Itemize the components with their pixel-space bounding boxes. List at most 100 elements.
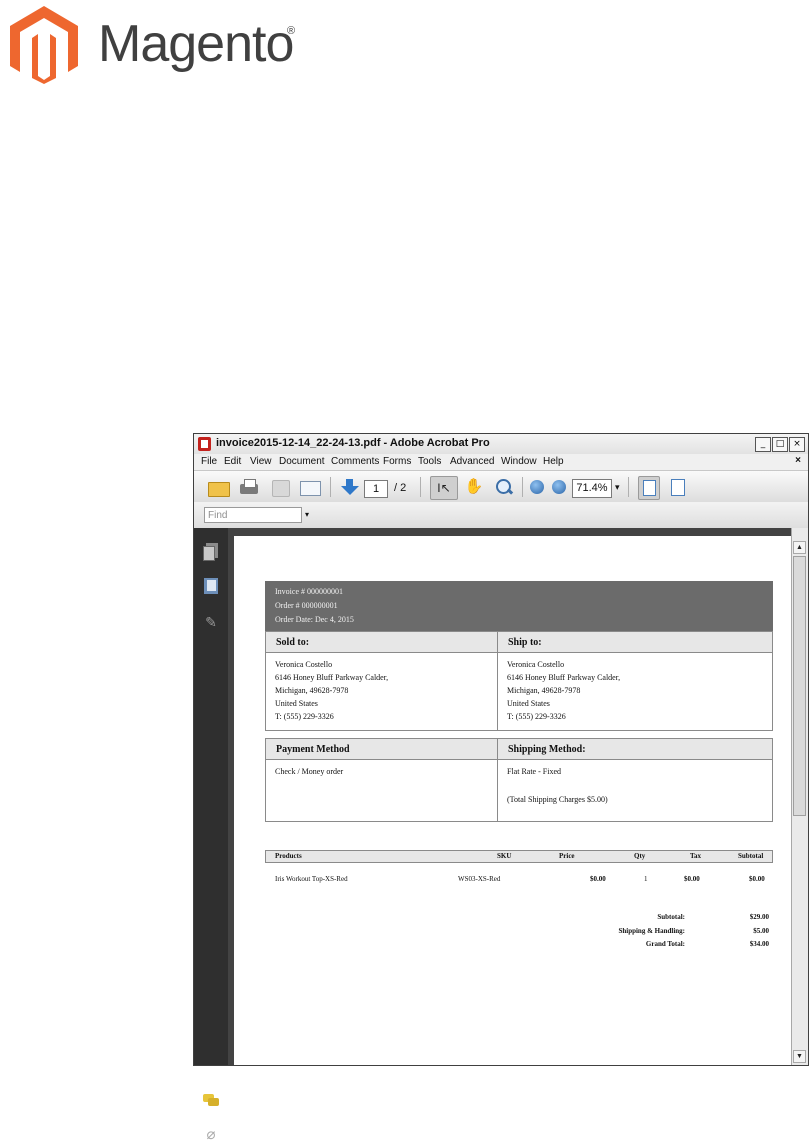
product-name: Iris Workout Top-XS-Red (275, 875, 348, 883)
page-count: / 2 (394, 482, 407, 494)
find-dropdown-icon[interactable]: ▾ (305, 510, 309, 519)
comments-icon[interactable] (203, 1092, 219, 1110)
shipping-handling-value: $5.00 (753, 927, 769, 935)
address-section-header: Sold to: Ship to: (265, 631, 773, 653)
shipping-handling-label: Shipping & Handling: (618, 927, 685, 935)
print-icon[interactable] (238, 478, 260, 496)
column-divider (497, 631, 498, 731)
acrobat-app-icon (198, 437, 211, 451)
registered-mark: ® (287, 25, 296, 37)
grand-total-label: Grand Total: (645, 940, 685, 948)
sold-to-address: Veronica Costello 6146 Honey Bluff Parkw… (275, 658, 388, 723)
col-products: Products (275, 852, 302, 860)
sold-to-line: T: (555) 229-3326 (275, 712, 334, 721)
title-bar[interactable]: invoice2015-12-14_22-24-13.pdf - Adobe A… (194, 434, 808, 455)
ship-to-line: United States (507, 699, 550, 708)
scrollbar-thumb[interactable] (793, 556, 806, 816)
invoice-number: Invoice # 000000001 (275, 587, 343, 596)
zoom-in-icon[interactable] (552, 480, 566, 494)
products-table-header: Products SKU Price Qty Tax Subtotal (265, 850, 773, 863)
method-section-header: Payment Method Shipping Method: (265, 738, 773, 760)
marquee-zoom-icon[interactable] (494, 478, 514, 496)
close-document-icon[interactable]: × (795, 455, 801, 466)
ship-to-line: T: (555) 229-3326 (507, 712, 566, 721)
order-number: Order # 000000001 (275, 601, 338, 610)
ship-to-line: 6146 Honey Bluff Parkway Calder, (507, 673, 621, 682)
sold-to-heading: Sold to: (276, 637, 310, 648)
menu-view[interactable]: View (250, 456, 272, 467)
toolbar-divider (330, 477, 331, 497)
payment-method-value: Check / Money order (275, 767, 344, 776)
toolbar-divider (628, 477, 629, 497)
menu-comments[interactable]: Comments (331, 456, 379, 467)
window-title: invoice2015-12-14_22-24-13.pdf - Adobe A… (216, 437, 490, 449)
hand-tool-icon[interactable]: ✋ (464, 478, 484, 496)
col-tax: Tax (690, 852, 702, 860)
order-date: Order Date: Dec 4, 2015 (275, 615, 354, 624)
zoom-dropdown-icon[interactable]: ▾ (615, 482, 620, 493)
subtotal-label: Subtotal: (657, 913, 685, 921)
col-sku: SKU (497, 852, 512, 860)
toolbar-divider (420, 477, 421, 497)
fit-page-icon[interactable] (638, 476, 660, 500)
ship-to-address: Veronica Costello 6146 Honey Bluff Parkw… (507, 658, 620, 723)
pages-icon[interactable] (203, 543, 219, 561)
select-tool-icon[interactable]: I↖ (430, 476, 458, 500)
toolbar-divider (522, 477, 523, 497)
product-tax: $0.00 (684, 875, 700, 883)
signatures-icon[interactable]: ✎ (203, 613, 219, 631)
attachments-icon[interactable]: ⌀ (203, 1126, 219, 1144)
vertical-scrollbar[interactable]: ▲ ▼ (791, 528, 808, 1065)
menu-advanced[interactable]: Advanced (450, 456, 494, 467)
shipping-charges: (Total Shipping Charges $5.00) (507, 795, 608, 804)
zoom-level-input[interactable]: 71.4% (572, 479, 612, 498)
shipping-method-value: Flat Rate - Fixed (507, 767, 561, 776)
bookmarks-icon[interactable] (203, 577, 219, 595)
scroll-up-icon[interactable]: ▲ (793, 541, 806, 554)
maximize-button[interactable]: □ (772, 437, 788, 452)
invoice-page: Invoice # 000000001 Order # 000000001 Or… (234, 536, 792, 1065)
column-divider (497, 738, 498, 822)
product-sku: WS03-XS-Red (458, 875, 501, 883)
col-qty: Qty (634, 852, 646, 860)
subtotal-value: $29.00 (749, 913, 769, 921)
menu-edit[interactable]: Edit (224, 456, 241, 467)
magento-logo-mark-icon (10, 6, 78, 84)
menu-window[interactable]: Window (501, 456, 537, 467)
scroll-down-icon[interactable]: ▼ (793, 1050, 806, 1063)
window-controls: _ □ × (755, 437, 805, 452)
toolbar: 1 / 2 I↖ ✋ 71.4% ▾ (194, 470, 808, 504)
magento-wordmark: Magento (98, 15, 294, 73)
menu-forms[interactable]: Forms (383, 456, 411, 467)
sold-to-line: United States (275, 699, 318, 708)
product-subtotal: $0.00 (749, 875, 765, 883)
ship-to-line: Michigan, 49628-7978 (507, 686, 581, 695)
open-folder-icon[interactable] (208, 478, 230, 497)
menu-tools[interactable]: Tools (418, 456, 441, 467)
document-area[interactable]: Invoice # 000000001 Order # 000000001 Or… (228, 528, 792, 1065)
sold-to-line: Michigan, 49628-7978 (275, 686, 349, 695)
menu-bar: File Edit View Document Comments Forms T… (194, 454, 808, 470)
menu-help[interactable]: Help (543, 456, 564, 467)
fit-width-icon[interactable] (670, 478, 686, 496)
next-page-icon[interactable] (340, 478, 360, 496)
email-icon[interactable] (298, 478, 322, 496)
product-price: $0.00 (590, 875, 606, 883)
zoom-out-icon[interactable] (530, 480, 544, 494)
col-subtotal: Subtotal (738, 852, 764, 860)
menu-file[interactable]: File (201, 456, 217, 467)
grand-total-value: $34.00 (749, 940, 769, 948)
menu-document[interactable]: Document (279, 456, 325, 467)
minimize-button[interactable]: _ (755, 437, 771, 452)
ship-to-heading: Ship to: (508, 637, 542, 648)
find-input[interactable]: Find (204, 507, 302, 523)
ship-to-line: Veronica Costello (507, 660, 565, 669)
invoice-header: Invoice # 000000001 Order # 000000001 Or… (265, 581, 773, 631)
sold-to-line: Veronica Costello (275, 660, 333, 669)
page-number-input[interactable]: 1 (364, 480, 388, 498)
close-button[interactable]: × (789, 437, 805, 452)
acrobat-window: invoice2015-12-14_22-24-13.pdf - Adobe A… (193, 433, 809, 1143)
col-price: Price (559, 852, 575, 860)
save-icon[interactable] (270, 478, 290, 497)
shipping-method-heading: Shipping Method: (508, 744, 586, 755)
